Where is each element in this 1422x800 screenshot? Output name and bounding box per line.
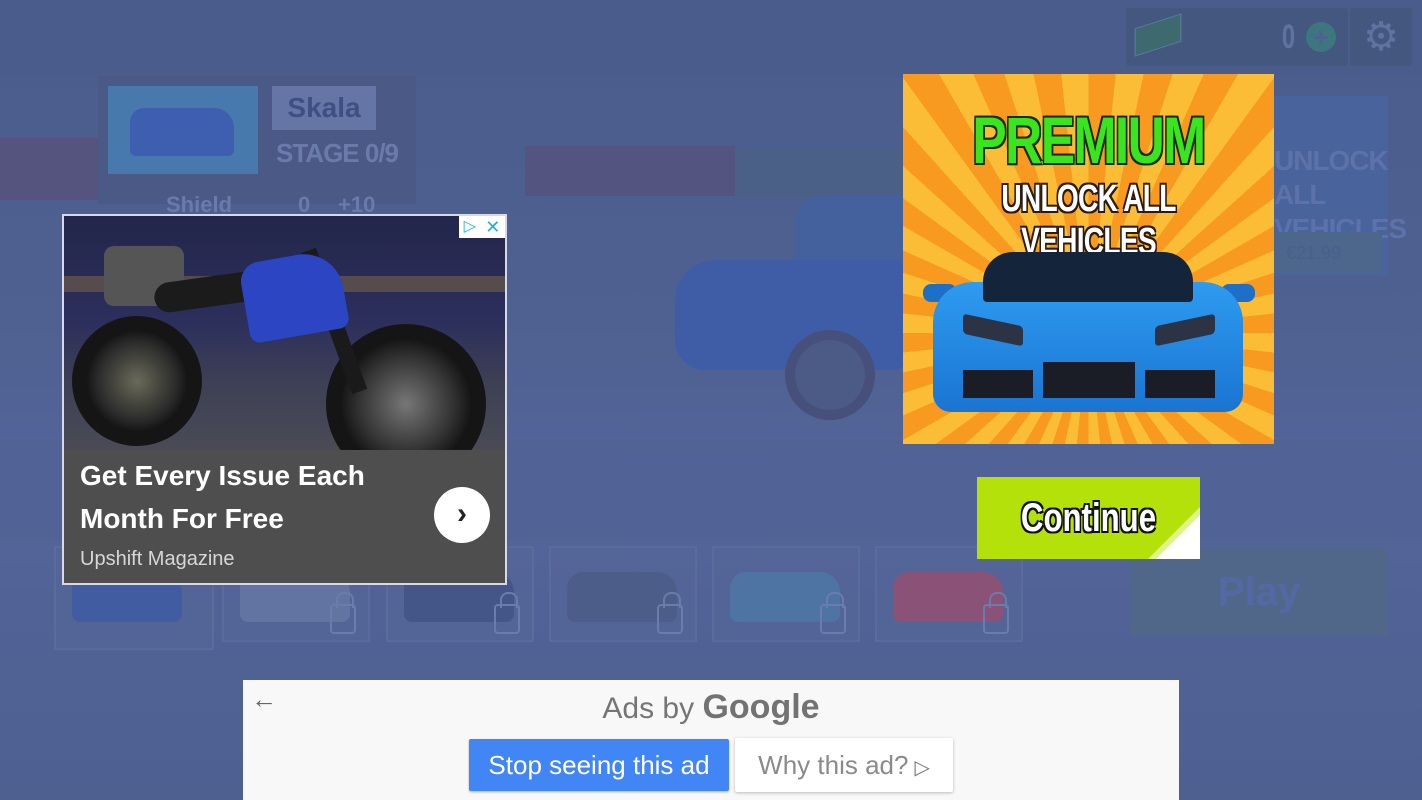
settings-button[interactable]: ⚙ [1350,8,1412,66]
continue-label: Continue [1020,496,1157,540]
sports-car-image [923,242,1255,422]
plus-circle-icon[interactable]: + [1306,22,1336,52]
google-logo: Google [702,688,820,726]
ad-headline[interactable]: Get Every Issue Each Month For Free [80,454,410,540]
ads-feedback-bar: ← Ads by Google Stop seeing this ad Why … [243,680,1179,800]
upgrade-label: Shield [166,192,233,216]
why-this-ad-button[interactable]: Why this ad? ▷ [735,738,953,792]
play-button[interactable]: Play [1130,548,1388,636]
ads-by-label: Ads by [602,692,695,725]
adchoices-badge[interactable]: ▷ ✕ [459,216,505,238]
lock-icon [983,592,1009,634]
unlock-text-line1: UNLOCK ALL [1274,145,1389,210]
vehicle-thumbnail [108,86,258,174]
lock-icon [494,592,520,634]
vehicle-slot[interactable] [549,546,697,642]
wall-stripe [525,146,735,196]
premium-offer-image[interactable]: PREMIUM UNLOCK ALL VEHICLES [903,74,1274,444]
why-this-ad-label: Why this ad? [758,750,909,780]
vehicle-stage: STAGE 0/9 [276,138,399,168]
vehicle-card: Skala STAGE 0/9 [98,76,416,204]
chevron-right-icon[interactable]: › [434,487,490,543]
gear-icon: ⚙ [1363,15,1399,59]
vehicle-name: Skala [272,86,376,130]
lock-icon [330,592,356,634]
car-icon [130,108,234,156]
ad-advertiser: Upshift Magazine [80,548,235,570]
upgrade-value: 0 [298,192,311,216]
continue-button[interactable]: Continue [977,477,1200,559]
cash-icon [1134,13,1182,57]
currency-panel: 0 + [1126,8,1348,66]
upgrade-delta: +10 [338,192,376,216]
adchoices-icon: ▷ [914,757,930,779]
unlock-price[interactable]: €21.99 [1274,232,1382,274]
unlock-all-panel[interactable]: UNLOCK ALL VEHICLES €21.99 [1274,96,1407,276]
upgrade-row: Shield 0 +10 [110,192,510,216]
unlock-all-text: UNLOCK ALL VEHICLES [1274,144,1407,246]
ads-by-google: Ads by Google [243,688,1179,727]
stop-seeing-ad-button[interactable]: Stop seeing this ad [469,739,729,791]
lock-icon [657,592,683,634]
vehicle-slot[interactable] [875,546,1023,642]
lock-icon [820,592,846,634]
ad-image-motorcycle[interactable]: ▷ ✕ [64,216,505,450]
currency-value: 0 [1281,18,1296,56]
vehicle-slot[interactable] [712,546,860,642]
close-icon[interactable]: ✕ [485,218,500,236]
native-ad[interactable]: ▷ ✕ Get Every Issue Each Month For Free … [62,214,507,585]
premium-title: PREMIUM [972,103,1206,177]
showroom-car [665,190,915,430]
adchoices-icon[interactable]: ▷ [464,219,476,235]
